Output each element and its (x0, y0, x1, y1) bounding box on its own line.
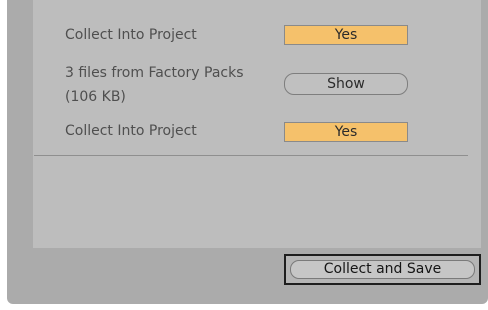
save-button-focus-ring: Collect and Save (284, 254, 481, 285)
collect-dialog: Collect and Save (7, 0, 488, 304)
factory-packs-count-text: 3 files from Factory Packs (65, 65, 244, 81)
collect-into-project-label: Collect Into Project (65, 27, 197, 43)
factory-packs-label: 3 files from Factory Packs (106 KB) (65, 61, 244, 109)
collect-into-project-yes-button-2[interactable]: Yes (284, 122, 408, 142)
section-divider (34, 155, 468, 156)
collect-into-project-label-2: Collect Into Project (65, 123, 197, 139)
factory-packs-show-button[interactable]: Show (284, 73, 408, 95)
collect-into-project-yes-button[interactable]: Yes (284, 25, 408, 45)
collect-and-save-button[interactable]: Collect and Save (290, 260, 475, 279)
factory-packs-size-text: (106 KB) (65, 89, 126, 105)
